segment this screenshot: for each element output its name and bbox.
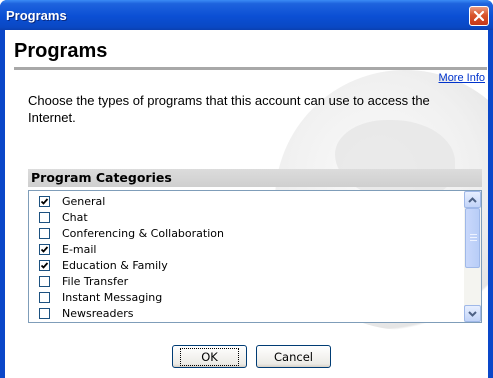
scroll-down-button[interactable] [464,305,481,322]
category-label: Chat [62,210,88,224]
list-item[interactable]: Conferencing & Collaboration [39,225,224,241]
category-checkbox[interactable] [39,227,50,239]
category-checkbox[interactable] [39,275,50,287]
cancel-button[interactable]: Cancel [256,345,331,368]
category-checkbox[interactable] [39,211,50,223]
category-label: Education & Family [62,258,168,272]
category-label: E-mail [62,242,97,256]
list-item[interactable]: Chat [39,209,88,225]
programs-dialog: Programs Programs More Info Choose the t… [0,0,493,378]
category-label: Conferencing & Collaboration [62,226,224,240]
window-title: Programs [6,8,67,23]
description-text: Choose the types of programs that this a… [28,93,430,125]
category-label: General [62,194,106,208]
chevron-down-icon [468,310,477,317]
category-label: Instant Messaging [62,290,163,304]
checkmark-icon [40,245,49,253]
category-checkbox[interactable] [39,195,50,207]
checkmark-icon [40,261,49,269]
list-item[interactable]: Newsreaders [39,305,134,321]
category-label: Newsreaders [62,306,134,320]
ok-button[interactable]: OK [172,345,247,368]
list-item[interactable]: E-mail [39,241,97,257]
scroll-up-button[interactable] [464,191,481,208]
close-icon [473,10,485,22]
list-item[interactable]: File Transfer [39,273,128,289]
list-item[interactable]: Education & Family [39,257,168,273]
scroll-thumb[interactable] [465,208,480,268]
list-item[interactable]: Instant Messaging [39,289,162,305]
category-items: General Chat Conferencing & Collaboration E… [29,191,461,322]
program-categories-header: Program Categories [28,169,482,187]
dialog-body: Programs More Info Choose the types of p… [5,30,488,378]
ok-button-label: OK [180,347,239,366]
category-checkbox[interactable] [39,243,50,255]
title-bar[interactable]: Programs [0,0,493,30]
page-title: Programs [14,40,108,62]
heading-divider [14,67,487,70]
checkmark-icon [40,197,49,205]
category-checkbox[interactable] [39,307,50,319]
program-categories-list[interactable]: General Chat Conferencing & Collaboration E… [28,190,482,323]
close-button[interactable] [469,6,489,26]
category-checkbox[interactable] [39,291,50,303]
more-info-link[interactable]: More Info [439,72,485,84]
category-label: File Transfer [62,274,129,288]
chevron-up-icon [468,196,477,203]
vertical-scrollbar[interactable] [464,191,481,322]
category-checkbox[interactable] [39,259,50,271]
list-item[interactable]: General [39,193,105,209]
